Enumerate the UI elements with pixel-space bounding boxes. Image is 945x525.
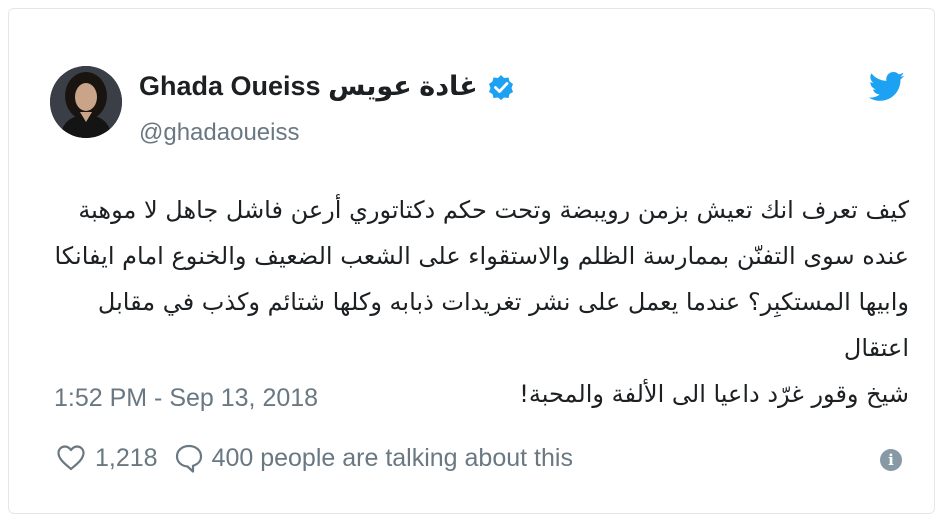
tweet-line: كيف تعرف انك تعيش بزمن رويبضة وتحت حكم د…: [78, 196, 909, 224]
action-bar: 1,218 400 people are talking about this: [56, 443, 573, 473]
timestamp-link[interactable]: 1:52 PM - Sep 13, 2018: [54, 384, 318, 413]
author-name-row: Ghada Oueiss غادة عويس: [139, 71, 514, 102]
tweet-line: وابيها المستكبِر؟ عندما يعمل على نشر تغر…: [97, 288, 909, 362]
twitter-bird-icon[interactable]: [869, 72, 905, 102]
speech-bubble-icon[interactable]: [174, 443, 204, 473]
profile-photo-icon: [50, 66, 122, 138]
tweet-text: كيف تعرف انك تعيش بزمن رويبضة وتحت حكم د…: [49, 187, 909, 417]
tweet-card: Ghada Oueiss غادة عويس @ghadaoueiss كيف …: [8, 8, 935, 514]
heart-icon[interactable]: [56, 444, 86, 472]
verified-badge-icon: [488, 74, 514, 100]
info-icon[interactable]: i: [880, 449, 902, 471]
display-name[interactable]: Ghada Oueiss غادة عويس: [139, 71, 478, 102]
talking-about-link[interactable]: 400 people are talking about this: [212, 444, 573, 473]
like-count[interactable]: 1,218: [95, 444, 158, 473]
handle[interactable]: @ghadaoueiss: [139, 119, 299, 147]
tweet-line: عنده سوى التفنّن بممارسة الظلم والاستقوا…: [54, 242, 909, 270]
avatar[interactable]: [50, 66, 122, 138]
